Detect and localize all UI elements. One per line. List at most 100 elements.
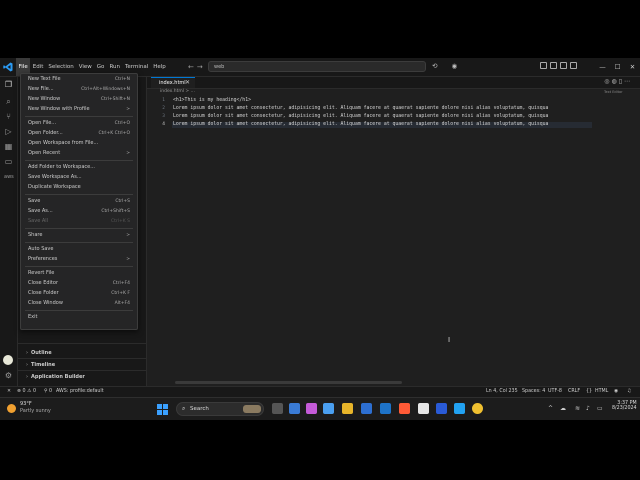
onedrive-icon[interactable]: ☁	[560, 405, 566, 412]
weather-temperature[interactable]: 93°F	[20, 401, 32, 407]
tray-overflow-icon[interactable]: ^	[548, 405, 553, 412]
aws-icon[interactable]: aws	[4, 173, 14, 182]
store-icon[interactable]	[361, 403, 372, 414]
editor-actions: ◎◍▯⋯	[604, 78, 632, 85]
edge-browser-icon[interactable]	[289, 403, 300, 414]
bitwarden-icon[interactable]	[436, 403, 447, 414]
taskbar-clock[interactable]: 3:37 PM 8/23/2024	[612, 401, 637, 411]
minimap-label: Text Editor	[604, 90, 623, 94]
menu-item-new-window-profile[interactable]: New Window with Profile >	[28, 105, 130, 114]
maximize-icon[interactable]: ☐	[610, 58, 625, 76]
menu-item-new-window[interactable]: New Window Ctrl+Shift+N	[28, 95, 130, 104]
code-line[interactable]: Lorem ipsum dolor sit amet consectetur, …	[173, 122, 548, 127]
menu-item-save-workspace-as[interactable]: Save Workspace As...	[28, 173, 130, 182]
menu-item-new-text-file[interactable]: New Text File Ctrl+N	[28, 75, 130, 84]
toggle-panel-icon[interactable]	[550, 62, 557, 69]
cursor-position-status[interactable]: Ln 4, Col 235	[486, 389, 518, 394]
language-mode-status[interactable]: HTML	[595, 389, 608, 394]
clock-date: 8/23/2024	[612, 406, 637, 411]
vscode-taskbar-icon[interactable]	[454, 403, 465, 414]
remote-indicator-icon[interactable]: ✕	[7, 389, 11, 394]
notifications-bell-icon[interactable]: ♫	[627, 389, 631, 394]
file-explorer-icon[interactable]	[342, 403, 353, 414]
menu-item-save[interactable]: Save Ctrl+S	[28, 197, 130, 206]
copilot-status-icon[interactable]: ◉	[614, 389, 618, 394]
line-number: 2	[162, 106, 165, 111]
chrome-profile-icon[interactable]	[472, 403, 483, 414]
code-line[interactable]: <h1>This is my heading</h1>	[173, 98, 251, 103]
wifi-icon[interactable]: ≋	[575, 405, 580, 412]
menu-item-duplicate-workspace[interactable]: Duplicate Workspace	[28, 183, 130, 192]
battery-icon[interactable]: ▭	[597, 405, 603, 412]
indentation-status[interactable]: Spaces: 4	[522, 389, 545, 394]
menu-item-exit[interactable]: Exit	[28, 313, 130, 322]
menu-item-add-folder[interactable]: Add Folder to Workspace...	[28, 163, 130, 172]
code-editor[interactable]: 1 2 3 4 <h1>This is my heading</h1> Lore…	[147, 96, 640, 386]
weather-description[interactable]: Partly sunny	[20, 408, 51, 414]
horizontal-scrollbar[interactable]	[175, 381, 402, 384]
teams-icon[interactable]	[323, 403, 334, 414]
sidebar-divider	[18, 370, 146, 371]
taskbar-search[interactable]: ⌕ Search	[176, 402, 264, 416]
explorer-icon[interactable]: ❐	[4, 80, 13, 89]
run-debug-icon[interactable]: ▷	[4, 127, 13, 136]
weather-sun-icon[interactable]	[7, 404, 16, 413]
open-preview-icon[interactable]: ◍	[611, 78, 618, 85]
start-windows-icon[interactable]	[157, 404, 168, 415]
menu-item-revert-file[interactable]: Revert File	[28, 269, 130, 278]
back-arrow-icon[interactable]: ←	[188, 63, 197, 71]
application-builder-panel-header[interactable]: › Application Builder	[26, 374, 85, 380]
manage-gear-icon[interactable]: ⚙	[4, 371, 13, 380]
ports-status[interactable]: ⚲ 0	[44, 389, 52, 394]
account-avatar-icon[interactable]	[3, 355, 13, 365]
tab-index-html[interactable]: index.html ✕	[151, 77, 195, 88]
menu-item-preferences[interactable]: Preferences >	[28, 255, 130, 264]
mail-icon[interactable]	[380, 403, 391, 414]
menu-item-new-file[interactable]: New File... Ctrl+Alt+Windows+N	[28, 85, 130, 94]
volume-icon[interactable]: ♪	[586, 405, 590, 412]
menu-item-share[interactable]: Share >	[28, 231, 130, 240]
menu-help[interactable]: Help	[151, 58, 169, 76]
copilot-app-icon[interactable]	[306, 403, 317, 414]
office-icon[interactable]	[399, 403, 410, 414]
task-view-icon[interactable]	[272, 403, 283, 414]
forward-arrow-icon[interactable]: →	[197, 63, 206, 71]
breadcrumb[interactable]: index.html > ...	[160, 89, 195, 94]
toggle-secondary-sidebar-icon[interactable]	[560, 62, 567, 69]
command-center[interactable]: web	[208, 61, 426, 72]
customize-layout-icon[interactable]	[570, 62, 577, 69]
close-tab-icon[interactable]: ✕	[185, 79, 190, 86]
outline-panel-header[interactable]: › Outline	[26, 350, 52, 356]
menu-item-open-workspace[interactable]: Open Workspace from File...	[28, 139, 130, 148]
close-window-icon[interactable]: ✕	[625, 58, 640, 76]
accounts-icon[interactable]: ◉	[452, 62, 458, 70]
eol-status[interactable]: CRLF	[568, 389, 580, 394]
code-line[interactable]: Lorem ipsum dolor sit amet consectetur, …	[173, 106, 548, 111]
command-center-text: web	[214, 63, 225, 70]
menu-item-close-window[interactable]: Close Window Alt+F4	[28, 299, 130, 308]
source-control-icon[interactable]: ⑂	[4, 112, 13, 121]
code-line[interactable]: Lorem ipsum dolor sit amet consectetur, …	[173, 114, 548, 119]
menu-item-open-file[interactable]: Open File... Ctrl+O	[28, 119, 130, 128]
timeline-panel-header[interactable]: › Timeline	[26, 362, 55, 368]
titlebar-extra: ⟲ ◉	[432, 62, 457, 70]
minimize-icon[interactable]: —	[595, 58, 610, 76]
more-actions-icon[interactable]: ⋯	[624, 78, 632, 85]
chrome-icon[interactable]	[418, 403, 429, 414]
taskbar-search-text: Search	[190, 406, 209, 412]
aws-profile-status[interactable]: AWS: profile:default	[56, 389, 104, 394]
problems-status[interactable]: ⊗ 0 ⚠ 0	[17, 389, 36, 394]
menu-item-open-recent[interactable]: Open Recent >	[28, 149, 130, 158]
remote-icon[interactable]: ▭	[4, 157, 13, 166]
menu-separator	[25, 160, 133, 161]
menu-item-close-folder[interactable]: Close Folder Ctrl+K F	[28, 289, 130, 298]
encoding-status[interactable]: UTF-8	[548, 389, 562, 394]
menu-item-open-folder[interactable]: Open Folder... Ctrl+K Ctrl+O	[28, 129, 130, 138]
menu-item-close-editor[interactable]: Close Editor Ctrl+F4	[28, 279, 130, 288]
search-icon[interactable]: ⌕	[4, 97, 13, 106]
extensions-icon[interactable]: ▦	[4, 142, 13, 151]
toggle-sidebar-icon[interactable]	[540, 62, 547, 69]
menu-item-save-as[interactable]: Save As... Ctrl+Shift+S	[28, 207, 130, 216]
menu-item-auto-save[interactable]: Auto Save	[28, 245, 130, 254]
copilot-icon[interactable]: ⟲	[432, 62, 437, 70]
